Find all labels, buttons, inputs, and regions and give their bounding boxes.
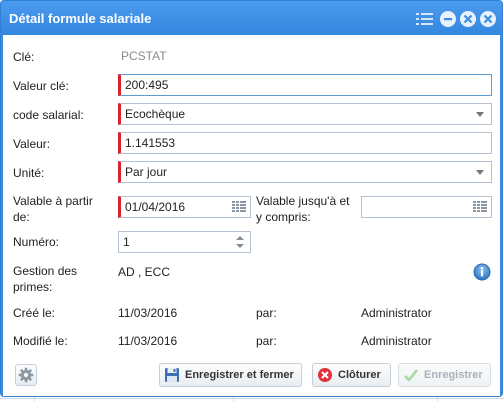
code-salarial-select[interactable] [118,103,492,125]
cree-par-user: Administrator [361,306,432,320]
titlebar-tools [416,10,496,28]
gestion-primes-label-line2: primes: [13,280,53,294]
info-icon[interactable] [473,263,491,281]
chevron-down-icon[interactable] [476,112,484,117]
save-button[interactable]: Enregistrer [398,363,491,387]
settings-button[interactable] [15,364,37,386]
minimize-icon[interactable] [440,11,456,27]
dialog-body: Clé: Valeur clé: code salarial: Valeur: … [3,35,500,396]
modifie-par-user: Administrator [361,334,432,348]
save-and-close-button[interactable]: Enregistrer et fermer [159,363,302,387]
chevron-down-icon[interactable] [476,170,484,175]
valeur-cle-label: Valeur clé: [13,79,69,93]
save-label: Enregistrer [424,369,483,381]
cree-par-label: par: [256,306,277,320]
formula-detail-dialog: Détail formule salariale Clé: PCSTAT Val… [0,0,503,397]
floppy-icon [164,367,180,383]
valable-a-partir-field[interactable] [118,196,251,218]
numero-label: Numéro: [13,235,60,249]
valable-jusqua-field[interactable] [361,196,492,218]
gestion-primes-value: AD , ECC [118,265,171,279]
background-grid-line [0,398,504,399]
gear-icon [18,367,34,383]
spinner-icon[interactable] [235,235,245,249]
modifie-le-label: Modifié le: [13,334,68,348]
unite-label: Unité: [13,166,45,180]
unite-select[interactable] [118,161,492,183]
code-salarial-input[interactable] [125,107,465,121]
valeur-label: Valeur: [13,137,51,151]
cree-le-label: Créé le: [13,306,56,320]
valeur-cle-field[interactable] [118,74,492,96]
grip-icon[interactable] [416,12,434,26]
cancel-icon [317,367,333,383]
dialog-title: Détail formule salariale [9,11,152,26]
valable-jusqua-label-line2: y compris: [256,210,311,224]
close-button[interactable]: Clôturer [312,363,391,387]
valable-jusqua-label-line1: Valable jusqu'à et [256,194,350,208]
cle-field [121,46,492,68]
unite-input[interactable] [125,165,465,179]
gestion-primes-label-line1: Gestion des [13,264,78,278]
modifie-le-date: 11/03/2016 [118,334,178,348]
valable-a-partir-input[interactable] [125,200,224,214]
cree-le-date: 11/03/2016 [118,306,178,320]
numero-input[interactable] [123,235,224,249]
valeur-field[interactable] [118,132,492,154]
dialog-titlebar[interactable]: Détail formule salariale [1,1,502,35]
restore-icon[interactable] [460,11,476,27]
close-icon[interactable] [480,11,496,27]
valeur-cle-input[interactable] [125,78,465,92]
calendar-icon[interactable] [232,201,246,213]
cle-input [121,49,462,63]
calendar-icon[interactable] [473,201,487,213]
valable-a-partir-label-line1: Valable à partir [13,194,93,208]
save-and-close-label: Enregistrer et fermer [185,369,294,381]
valeur-input[interactable] [125,136,465,150]
cle-label: Clé: [13,50,35,64]
check-icon [403,367,419,383]
valable-a-partir-label-line2: de: [13,210,30,224]
close-label: Clôturer [338,369,381,381]
valable-jusqua-input[interactable] [366,200,465,214]
code-salarial-label: code salarial: [13,108,84,122]
numero-stepper[interactable] [118,231,251,253]
modifie-par-label: par: [256,334,277,348]
